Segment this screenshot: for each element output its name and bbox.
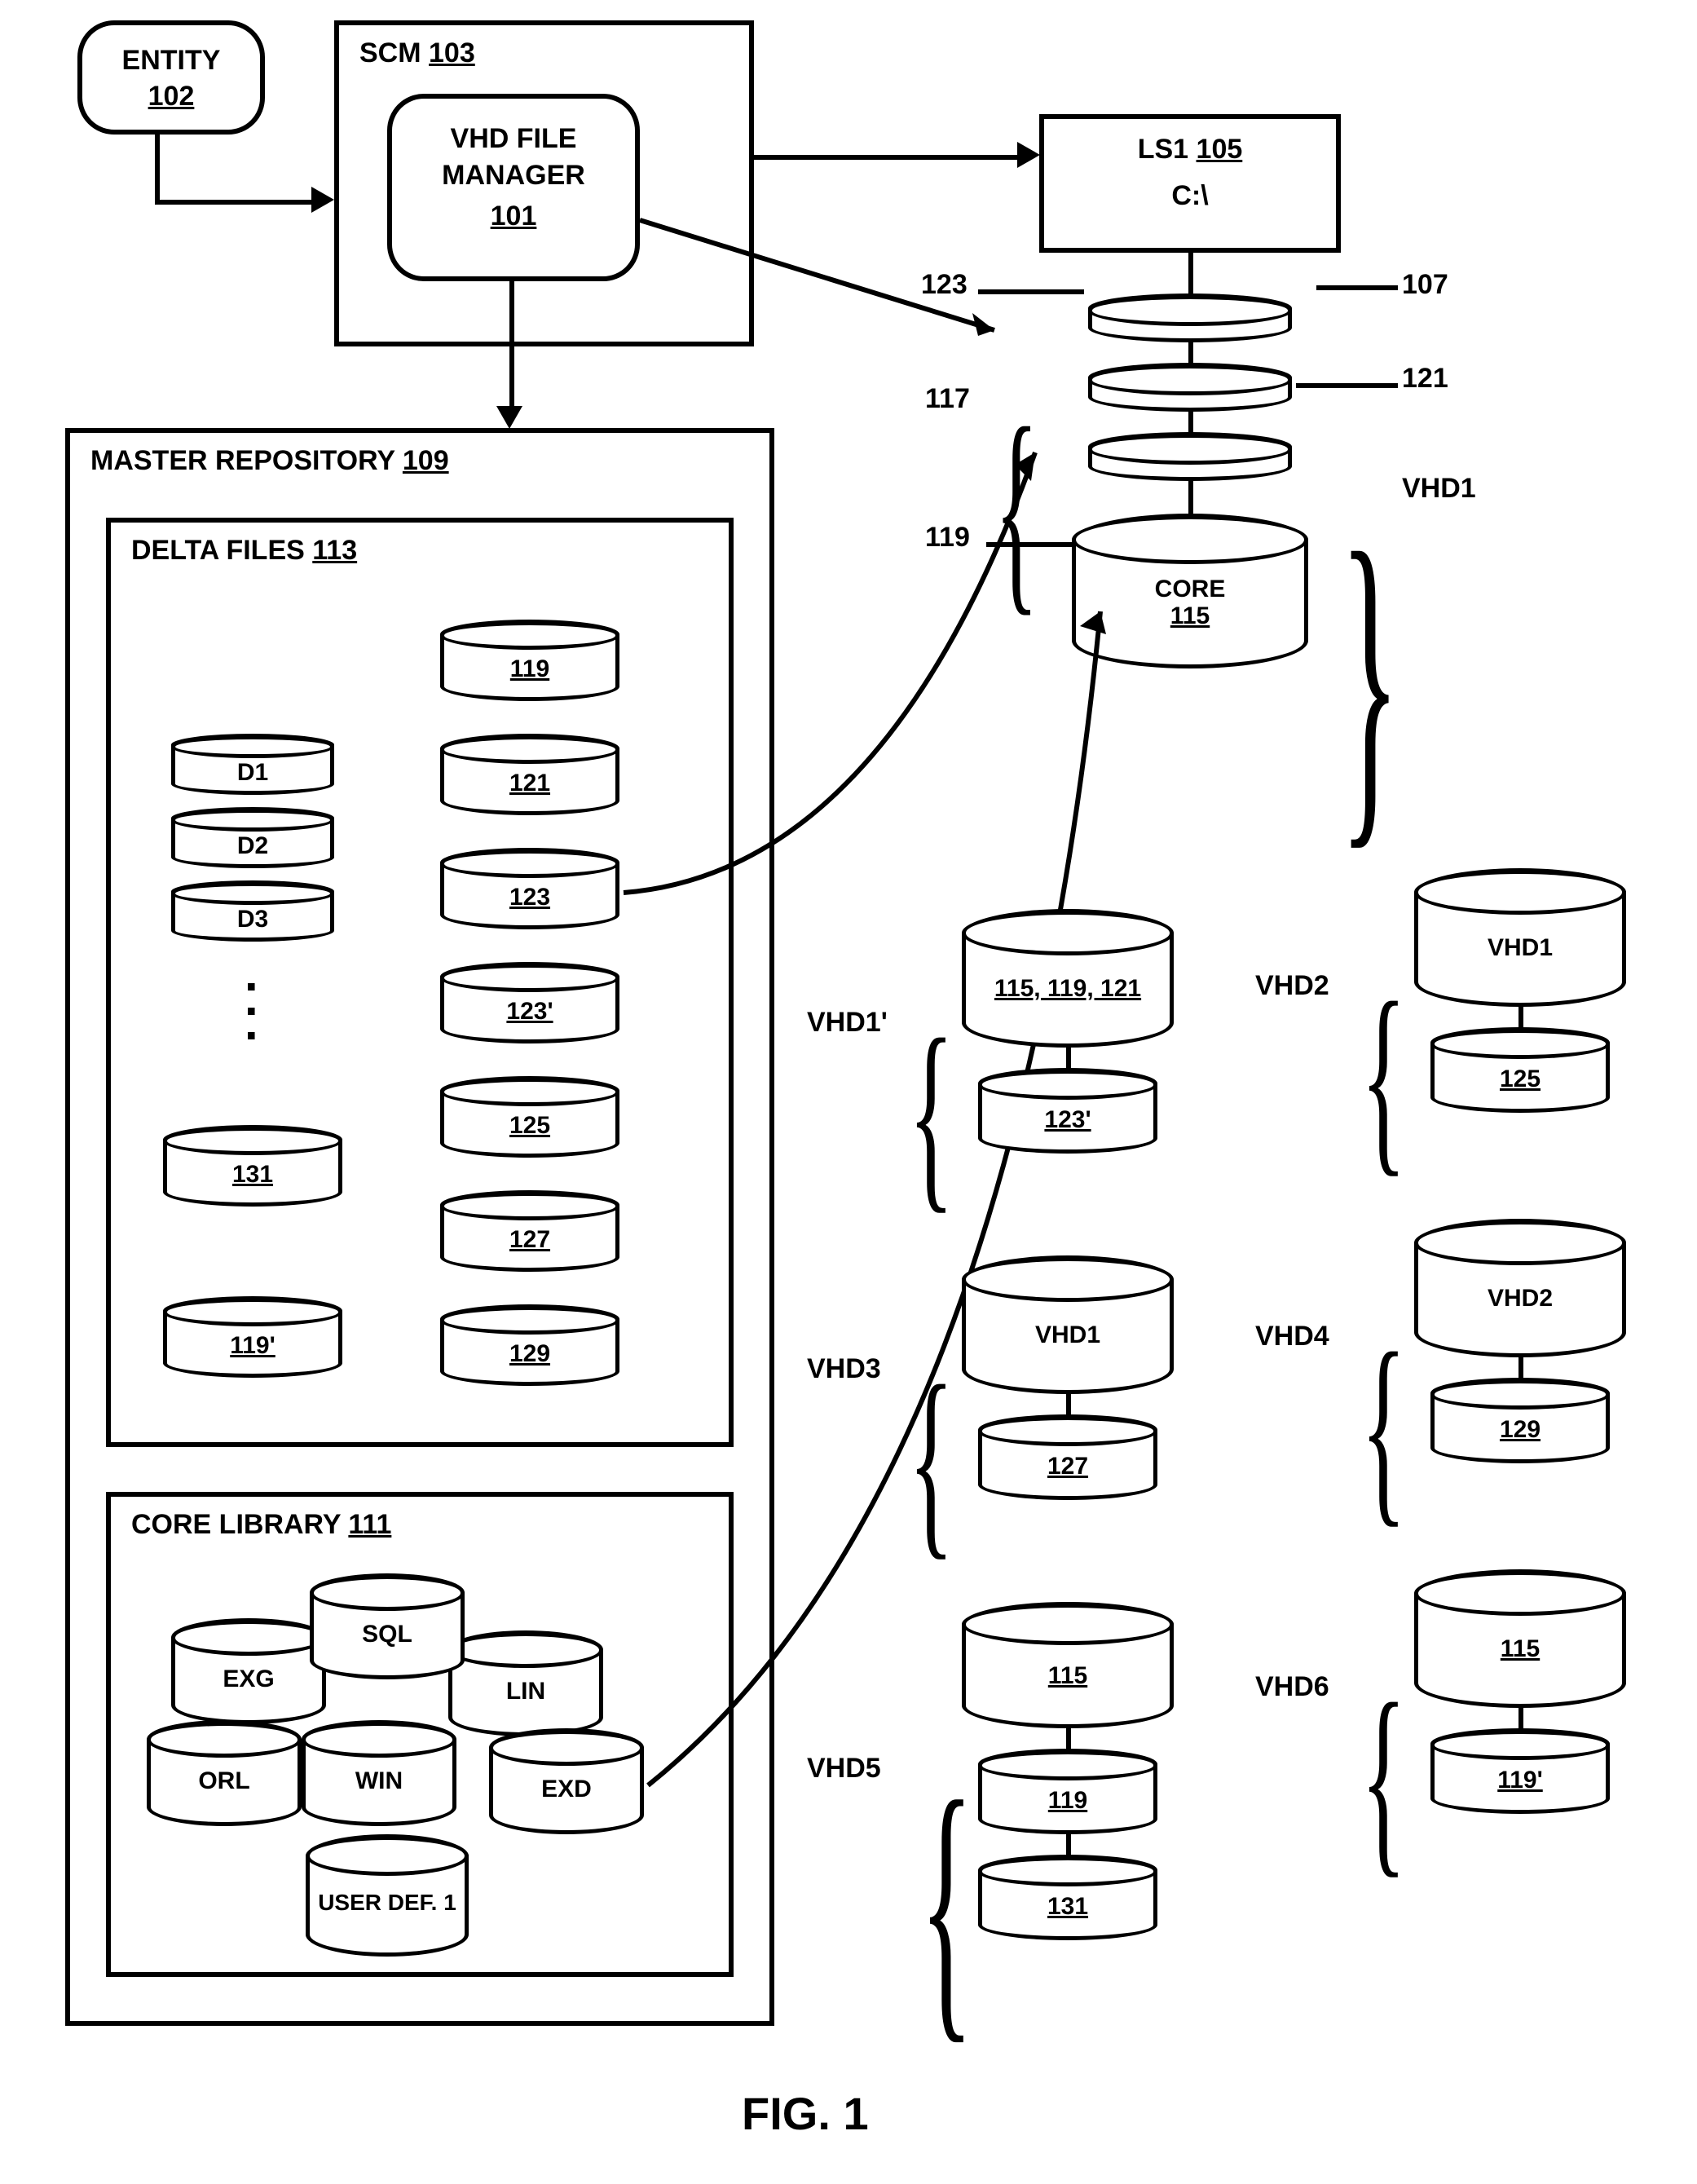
- cyl-r127: 127: [440, 1190, 619, 1272]
- leader-line: [1296, 383, 1398, 388]
- cyl-r121: 121: [440, 734, 619, 815]
- cyl-d3: D3: [171, 880, 334, 942]
- disc-bot: [1088, 432, 1292, 481]
- brace-icon: }: [1340, 554, 1400, 805]
- cyl-d2: D2: [171, 807, 334, 868]
- ref-121: 121: [1402, 363, 1448, 395]
- connector-line: [155, 135, 160, 200]
- vhd5-name: VHD5: [807, 1753, 881, 1785]
- cyl-r123p: 123': [440, 962, 619, 1043]
- vhdmgr-ref: 101: [392, 201, 635, 232]
- vhd1p-name: VHD1': [807, 1007, 888, 1039]
- cyl-vhd5-bot: 131: [978, 1855, 1157, 1940]
- cyl-exd: EXD: [489, 1728, 644, 1834]
- brace-icon: {: [920, 1802, 974, 2007]
- arrow-icon: [1017, 142, 1040, 168]
- cyl-orl: ORL: [147, 1720, 302, 1826]
- cyl-vhd1p-top: 115, 119, 121: [962, 909, 1174, 1048]
- cyl-win: WIN: [302, 1720, 456, 1826]
- vhdmgr-line1: VHD FILE: [392, 123, 635, 155]
- cyl-vhd5-top: 115: [962, 1602, 1174, 1728]
- vhd-manager-box: VHD FILE MANAGER 101: [387, 94, 640, 281]
- vhd4-name: VHD4: [1255, 1321, 1329, 1352]
- entity-ref: 102: [82, 81, 260, 113]
- entity-label: ENTITY: [82, 45, 260, 77]
- brace-icon: {: [908, 1039, 954, 1188]
- cyl-sql: SQL: [310, 1573, 465, 1679]
- vhd6-name: VHD6: [1255, 1671, 1329, 1703]
- connector-line: [1188, 338, 1193, 367]
- figure-caption: FIG. 1: [742, 2087, 869, 2140]
- cyl-vhd3-top: VHD1: [962, 1255, 1174, 1394]
- leader-line: [978, 289, 1084, 294]
- brace-icon: {: [1360, 1003, 1406, 1151]
- disc-top: [1088, 293, 1292, 342]
- cyl-lin: LIN: [448, 1630, 603, 1736]
- connector-line: [754, 155, 1023, 160]
- cyl-119p: 119': [163, 1296, 342, 1378]
- connector-line: [1188, 253, 1193, 298]
- arrow-icon: [496, 406, 522, 429]
- connector-line: [1188, 408, 1193, 436]
- ls1-drive: C:\: [1044, 180, 1336, 212]
- cyl-userdef: USER DEF. 1: [306, 1834, 469, 1957]
- cyl-vhd3-bot: 127: [978, 1414, 1157, 1500]
- cyl-r129: 129: [440, 1304, 619, 1386]
- master-label: MASTER REPOSITORY 109: [90, 445, 449, 477]
- cyl-vhd1p-bot: 123': [978, 1068, 1157, 1154]
- ls1-label: LS1 105: [1044, 134, 1336, 165]
- cyl-r123: 123: [440, 848, 619, 929]
- ref-117: 117: [925, 383, 970, 415]
- disc-mid: [1088, 363, 1292, 412]
- brace-icon: {: [1360, 1353, 1406, 1502]
- ls1-box: LS1 105 C:\: [1039, 114, 1341, 253]
- cyl-r119: 119: [440, 620, 619, 701]
- cyl-vhd5-mid: 119: [978, 1749, 1157, 1834]
- connector-line: [155, 200, 318, 205]
- connector-line: [1188, 477, 1193, 518]
- vhd2-name: VHD2: [1255, 970, 1329, 1002]
- corelib-label: CORE LIBRARY 111: [131, 1509, 391, 1541]
- cyl-d1: D1: [171, 734, 334, 795]
- connector-line: [509, 281, 514, 412]
- ellipsis-icon: ...: [245, 962, 258, 1035]
- ref-123: 123: [921, 269, 968, 301]
- cyl-exg: EXG: [171, 1618, 326, 1724]
- cyl-vhd6-top: 115: [1414, 1569, 1626, 1708]
- cyl-131: 131: [163, 1125, 342, 1207]
- vhdmgr-line2: MANAGER: [392, 160, 635, 192]
- cyl-vhd6-bot: 119': [1430, 1728, 1610, 1814]
- entity-box: ENTITY 102: [77, 20, 265, 135]
- cyl-vhd2-bot: 125: [1430, 1027, 1610, 1113]
- connector-line: [1066, 1727, 1071, 1751]
- scm-label: SCM 103: [359, 38, 475, 69]
- brace-icon: {: [908, 1386, 954, 1534]
- vhd3-name: VHD3: [807, 1353, 881, 1385]
- cyl-r125: 125: [440, 1076, 619, 1158]
- connector-line: [1066, 1833, 1071, 1857]
- delta-label: DELTA FILES 113: [131, 535, 357, 567]
- arrow-icon: [311, 187, 334, 213]
- cyl-vhd4-bot: 129: [1430, 1378, 1610, 1463]
- ref-107: 107: [1402, 269, 1448, 301]
- vhd1-label: VHD1: [1402, 473, 1476, 505]
- cyl-vhd2-top: VHD1: [1414, 868, 1626, 1007]
- leader-line: [1316, 285, 1398, 290]
- cyl-vhd4-top: VHD2: [1414, 1219, 1626, 1357]
- brace-icon: {: [1360, 1704, 1406, 1852]
